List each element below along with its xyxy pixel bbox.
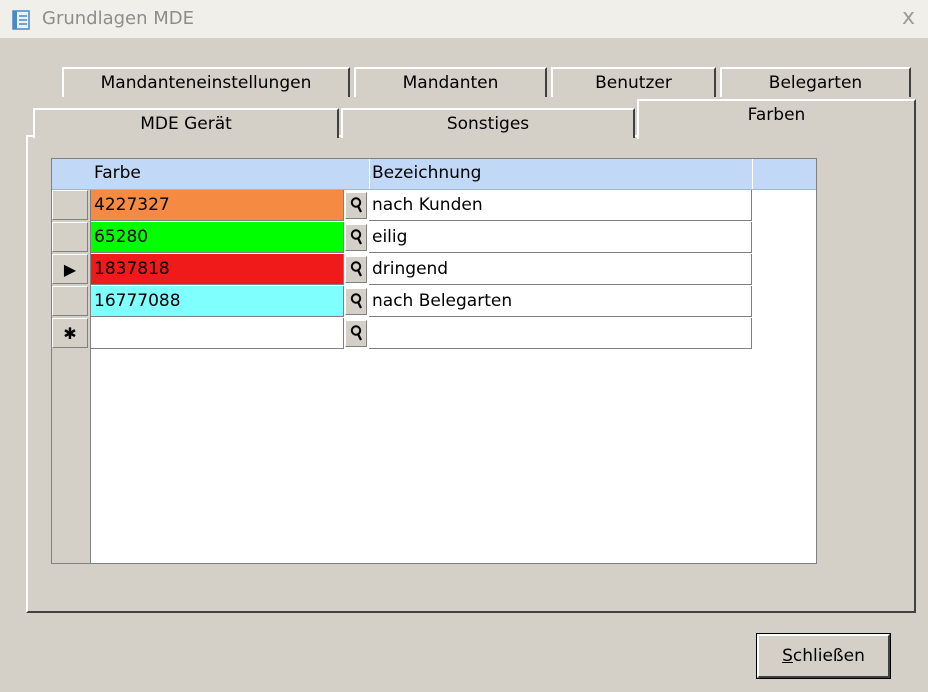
title-bar: Grundlagen MDE x xyxy=(0,0,928,38)
magnifier-icon xyxy=(350,197,362,213)
tab-belegarten[interactable]: Belegarten xyxy=(720,67,911,97)
column-header-farbe[interactable]: Farbe xyxy=(94,163,141,183)
window-title: Grundlagen MDE xyxy=(42,8,195,29)
tab-mandanteneinstellungen[interactable]: Mandanteneinstellungen xyxy=(62,67,350,97)
new-record-icon[interactable]: ✱ xyxy=(52,318,88,348)
color-value-cell[interactable]: 16777088 xyxy=(91,286,344,317)
lookup-button[interactable] xyxy=(345,320,367,347)
close-button-mnemonic: S xyxy=(782,646,793,666)
table-row[interactable]: 16777088 nach Belegarten xyxy=(52,286,752,318)
tab-mandanten[interactable]: Mandanten xyxy=(354,67,547,97)
close-button[interactable]: Schließen xyxy=(756,633,891,679)
tab-sonstiges[interactable]: Sonstiges xyxy=(341,108,635,138)
tab-farben[interactable]: Farben xyxy=(637,99,916,139)
table-row[interactable]: 4227327 nach Kunden xyxy=(52,190,752,222)
color-value-cell[interactable] xyxy=(91,318,344,349)
lookup-button[interactable] xyxy=(345,224,367,251)
row-selector[interactable] xyxy=(52,190,88,220)
tab-benutzer[interactable]: Benutzer xyxy=(551,67,716,97)
lookup-button[interactable] xyxy=(345,192,367,219)
colors-grid: Farbe Bezeichnung 4227327 nach Kunden 65… xyxy=(51,158,817,564)
description-cell[interactable] xyxy=(369,318,752,349)
magnifier-icon xyxy=(350,229,362,245)
lookup-button[interactable] xyxy=(345,288,367,315)
description-cell[interactable]: eilig xyxy=(369,222,752,253)
lookup-button[interactable] xyxy=(345,256,367,283)
column-header-bezeichnung[interactable]: Bezeichnung xyxy=(372,163,481,183)
current-row-indicator[interactable]: ▶ xyxy=(52,254,88,284)
grid-header: Farbe Bezeichnung xyxy=(52,159,816,190)
form-icon xyxy=(12,10,30,30)
description-cell[interactable]: nach Belegarten xyxy=(369,286,752,317)
table-row[interactable]: ▶ 1837818 dringend xyxy=(52,254,752,286)
close-icon[interactable]: x xyxy=(902,6,915,30)
magnifier-icon xyxy=(350,261,362,277)
color-value-cell[interactable]: 65280 xyxy=(91,222,344,253)
description-cell[interactable]: nach Kunden xyxy=(369,190,752,221)
row-selector[interactable] xyxy=(52,222,88,252)
close-button-label: chließen xyxy=(792,646,865,666)
new-record-row[interactable]: ✱ xyxy=(52,318,752,350)
magnifier-icon xyxy=(350,293,362,309)
tab-mde-geraet[interactable]: MDE Gerät xyxy=(33,108,339,138)
color-value-cell[interactable]: 4227327 xyxy=(91,190,344,221)
color-value-cell[interactable]: 1837818 xyxy=(91,254,344,285)
magnifier-icon xyxy=(350,325,362,341)
row-selector[interactable] xyxy=(52,286,88,316)
table-row[interactable]: 65280 eilig xyxy=(52,222,752,254)
description-cell[interactable]: dringend xyxy=(369,254,752,285)
